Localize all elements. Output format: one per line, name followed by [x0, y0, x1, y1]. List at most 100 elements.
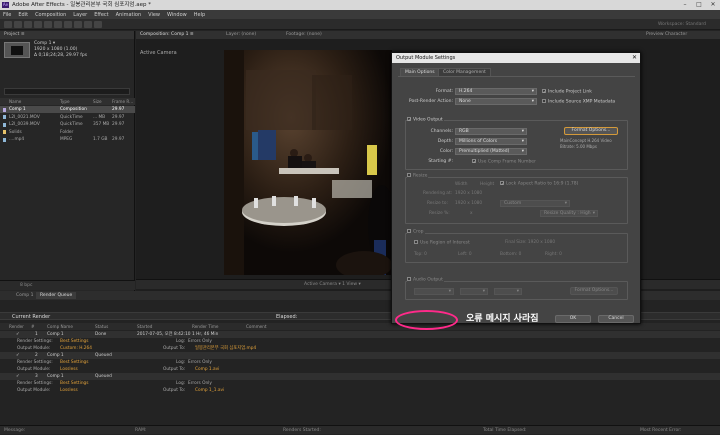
workspace-selector[interactable]: Workspace: Standard [658, 22, 706, 27]
col-render-time[interactable]: Render Time [192, 323, 219, 330]
render-queue-item[interactable]: ✓ 2 Comp 1 Queued [0, 352, 720, 359]
video-output-checkbox[interactable]: ✓ Video Output [407, 117, 444, 123]
label-color-swatch[interactable] [3, 130, 6, 134]
label-color-swatch[interactable] [3, 107, 6, 112]
render-checkbox[interactable]: ✓ [16, 352, 20, 359]
zoom-tool-icon[interactable] [24, 21, 32, 28]
log-select[interactable]: Errors Only [188, 359, 212, 366]
output-to-value[interactable]: Comp 1.avi [195, 366, 219, 373]
tab-color-management[interactable]: Color Management [438, 68, 491, 76]
depth-select[interactable]: Millions of Colors [455, 138, 527, 145]
render-checkbox[interactable]: ✓ [16, 373, 20, 380]
col-number[interactable]: # [31, 323, 35, 330]
include-xmp-checkbox[interactable]: Include Source XMP Metadata [542, 99, 615, 105]
crop-right[interactable]: Right: 0 [545, 252, 562, 257]
output-to-value[interactable]: Comp 1_1.avi [195, 387, 224, 394]
render-queue-item[interactable]: ✓ 1 Comp 1 Done 2017-07-05, 오전 8:42:10 1 Hr, … [0, 331, 720, 338]
bit-depth-button[interactable]: 8 bpc [20, 283, 32, 288]
format-options-button[interactable]: Format Options... [564, 127, 618, 135]
queue-item-comp-name[interactable]: Comp 1 [47, 331, 64, 338]
resize-checkbox[interactable]: Resize [407, 173, 429, 179]
project-search-input[interactable] [4, 88, 130, 95]
menu-window[interactable]: Window [167, 12, 187, 18]
col-comp-name[interactable]: Comp Name [47, 323, 73, 330]
view-options[interactable]: Active Camera ▾ 1 View ▾ [304, 280, 361, 290]
project-row[interactable]: ....mp4 MPEG 1.7 GB 29.97 [0, 136, 135, 143]
audio-output-checkbox[interactable]: Audio Output [407, 277, 444, 283]
type-tool-icon[interactable] [84, 21, 92, 28]
log-select[interactable]: Errors Only [188, 380, 212, 387]
col-type[interactable]: Type [60, 98, 70, 105]
output-module-value[interactable]: Lossless [60, 387, 78, 394]
dialog-close-icon[interactable]: ✕ [632, 53, 637, 63]
project-row[interactable]: L2I_0021.MOV QuickTime ... MB 29.97 [0, 114, 135, 121]
tab-comp-1[interactable]: Comp 1 [12, 292, 37, 299]
queue-item-comp-name[interactable]: Comp 1 [47, 373, 64, 380]
menu-help[interactable]: Help [194, 12, 205, 18]
col-comment[interactable]: Comment [246, 323, 267, 330]
col-name[interactable]: Name [9, 98, 21, 105]
label-color-swatch[interactable] [3, 115, 6, 119]
brush-tool-icon[interactable] [94, 21, 102, 28]
col-started[interactable]: Started [137, 323, 152, 330]
col-status[interactable]: Status [95, 323, 108, 330]
tab-footage[interactable]: Footage: (none) [286, 31, 322, 39]
ok-button[interactable]: OK [555, 315, 591, 323]
pan-behind-tool-icon[interactable] [54, 21, 62, 28]
menu-file[interactable]: File [3, 12, 11, 18]
resize-pct-value[interactable]: x [470, 211, 473, 216]
audio-rate-select[interactable] [414, 288, 454, 295]
tab-main-options[interactable]: Main Options [400, 68, 440, 76]
camera-tool-icon[interactable] [44, 21, 52, 28]
crop-left[interactable]: Left: 0 [458, 252, 472, 257]
lock-aspect-checkbox[interactable]: ✓ Lock Aspect Ratio to 16:9 (1.78) [500, 181, 578, 187]
tab-layer[interactable]: Layer: (none) [226, 31, 256, 39]
selection-tool-icon[interactable] [4, 21, 12, 28]
hand-tool-icon[interactable] [14, 21, 22, 28]
pen-tool-icon[interactable] [74, 21, 82, 28]
project-row[interactable]: L2I_0039.MOV QuickTime 357 MB 29.97 [0, 121, 135, 128]
menu-layer[interactable]: Layer [73, 12, 87, 18]
col-render[interactable]: Render [9, 323, 24, 330]
menu-composition[interactable]: Composition [35, 12, 66, 18]
render-checkbox[interactable]: ✓ [16, 331, 20, 338]
tab-preview-character[interactable]: Preview Character [646, 31, 687, 39]
use-comp-frame-checkbox[interactable]: ✓ Use Comp Frame Number [472, 159, 536, 165]
use-roi-checkbox[interactable]: Use Region of Interest [414, 240, 470, 246]
render-settings-value[interactable]: Best Settings [60, 338, 89, 345]
col-frame-rate[interactable]: Frame R... [112, 98, 133, 105]
label-color-swatch[interactable] [3, 122, 6, 127]
post-render-select[interactable]: None [455, 98, 537, 105]
audio-format-options-button[interactable]: Format Options... [570, 287, 618, 295]
output-module-value[interactable]: Custom: H.264 [60, 345, 92, 352]
menu-view[interactable]: View [148, 12, 160, 18]
resize-to-value[interactable]: 1920 x 1080 [455, 201, 482, 206]
crop-checkbox[interactable]: Crop [407, 229, 425, 235]
resize-preset-select[interactable]: Custom [500, 200, 570, 207]
maximize-icon[interactable]: □ [692, 0, 706, 10]
channels-select[interactable]: RGB [455, 128, 527, 135]
output-module-value[interactable]: Lossless [60, 366, 78, 373]
crop-bottom[interactable]: Bottom: 0 [500, 252, 521, 257]
project-row[interactable]: Comp 1 Composition 29.97 [0, 106, 135, 113]
tab-composition[interactable]: Composition: Comp 1 ≡ [140, 31, 194, 39]
cancel-button[interactable]: Cancel [598, 315, 634, 323]
menu-effect[interactable]: Effect [94, 12, 108, 18]
shape-tool-icon[interactable] [64, 21, 72, 28]
color-select[interactable]: Premultiplied (Matted) [455, 148, 527, 155]
render-settings-value[interactable]: Best Settings [60, 359, 89, 366]
output-to-value[interactable]: 일봉관리본부 국회 심포지엄.mp4 [195, 345, 256, 352]
minimize-icon[interactable]: – [678, 0, 692, 10]
log-select[interactable]: Errors Only [188, 338, 212, 345]
label-color-swatch[interactable] [3, 137, 6, 142]
project-tab[interactable]: Project ≡ [0, 31, 134, 39]
format-select[interactable]: H.264 [455, 88, 537, 95]
composition-viewer[interactable] [224, 50, 392, 275]
rotate-tool-icon[interactable] [34, 21, 42, 28]
audio-bits-select[interactable] [460, 288, 488, 295]
menu-animation[interactable]: Animation [116, 12, 142, 18]
crop-top[interactable]: Top: 0 [414, 252, 427, 257]
render-settings-value[interactable]: Best Settings [60, 380, 89, 387]
tab-render-queue[interactable]: Render Queue [36, 292, 77, 299]
project-row[interactable]: Solids Folder [0, 129, 135, 136]
